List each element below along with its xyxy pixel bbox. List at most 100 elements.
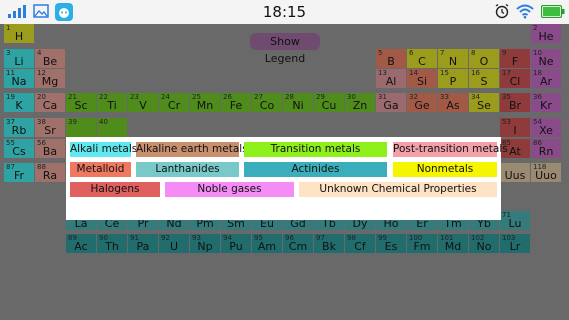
element-th[interactable]: 90 Th [97,234,127,253]
element-sr[interactable]: 38 Sr [35,118,65,137]
element-z39[interactable]: 39 [66,118,96,137]
element-symbol: P [449,75,457,88]
element-li[interactable]: 3 Li [4,49,34,68]
element-symbol: Ar [539,75,553,88]
element-i[interactable]: 53 I [500,118,530,137]
element-kr[interactable]: 36 Kr [531,93,561,112]
element-symbol: Sc [74,99,88,112]
element-as[interactable]: 33 As [438,93,468,112]
element-symbol: Ca [42,99,58,112]
legend-unknown-chemical-properties[interactable]: Unknown Chemical Properties [299,182,497,197]
element-ac[interactable]: 89 Ac [66,234,96,253]
element-zn[interactable]: 30 Zn [345,93,375,112]
legend-halogens[interactable]: Halogens [70,182,160,197]
element-ra[interactable]: 88 Ra [35,163,65,182]
element-fe[interactable]: 26 Fe [221,93,251,112]
element-b[interactable]: 5B [376,49,406,68]
element-symbol: Fr [13,169,25,182]
legend-panel: Alkali metals Alkaline earth metals Tran… [66,137,508,220]
element-cr[interactable]: 24 Cr [159,93,189,112]
element-symbol: Sr [44,124,56,137]
legend-transition-metals[interactable]: Transition metals [244,142,387,157]
legend-noble-gases[interactable]: Noble gases [165,182,294,197]
element-es[interactable]: 99 Es [376,234,406,253]
element-al[interactable]: 13 Al [376,69,406,88]
element-o[interactable]: 8O [469,49,499,68]
element-cm[interactable]: 96 Cm [283,234,313,253]
element-symbol: Rn [538,145,554,158]
element-ge[interactable]: 32 Ge [407,93,437,112]
element-symbol: Cf [354,240,366,253]
element-symbol: Ga [383,99,399,112]
element-cf[interactable]: 98 Cf [345,234,375,253]
legend-post-transition-metals[interactable]: Post-transition metals [393,142,508,157]
element-br[interactable]: 35 Br [500,93,530,112]
legend-actinides[interactable]: Actinides [244,162,387,177]
element-am[interactable]: 95 Am [252,234,282,253]
element-symbol: Pu [229,240,243,253]
element-p[interactable]: 15 P [438,69,468,88]
element-lu[interactable]: 71 Lu [500,211,530,230]
element-xe[interactable]: 54 Xe [531,118,561,137]
element-ni[interactable]: 28 Ni [283,93,313,112]
element-v[interactable]: 23 V [128,93,158,112]
element-fm[interactable]: 100 Fm [407,234,437,253]
element-be[interactable]: 4 Be [35,49,65,68]
element-k[interactable]: 19 K [4,93,34,112]
element-si[interactable]: 14 Si [407,69,437,88]
element-md[interactable]: 101 Md [438,234,468,253]
element-symbol: B [387,55,395,68]
element-symbol: Se [477,99,491,112]
element-ga[interactable]: 31 Ga [376,93,406,112]
element-pa[interactable]: 91 Pa [128,234,158,253]
element-np[interactable]: 93 Np [190,234,220,253]
element-bk[interactable]: 97 Bk [314,234,344,253]
element-symbol: N [448,55,458,68]
element-symbol: Mg [41,75,59,88]
element-co[interactable]: 27 Co [252,93,282,112]
legend-alkali-metals[interactable]: Alkali metals [70,142,137,157]
element-ne[interactable]: 10 Ne [531,49,561,68]
element-h[interactable]: 1H [4,24,34,43]
element-symbol: Ti [107,99,117,112]
element-cu[interactable]: 29 Cu [314,93,344,112]
element-symbol: Kr [540,99,552,112]
element-symbol: Uus [504,169,526,182]
element-ar[interactable]: 18 Ar [531,69,561,88]
element-u[interactable]: 92 U [159,234,189,253]
legend-nonmetals[interactable]: Nonmetals [393,162,497,177]
element-symbol: U [169,240,179,253]
element-ca[interactable]: 20 Ca [35,93,65,112]
element-f[interactable]: 9F [500,49,530,68]
element-ti[interactable]: 22 Ti [97,93,127,112]
show-legend-button[interactable]: Show Legend [250,33,320,65]
element-lr[interactable]: 103 Lr [500,234,530,253]
element-rb[interactable]: 37 Rb [4,118,34,137]
element-mn[interactable]: 25 Mn [190,93,220,112]
element-rn[interactable]: 86 Rn [531,139,561,158]
element-se[interactable]: 34 Se [469,93,499,112]
element-symbol: Pa [136,240,150,253]
element-he[interactable]: 2 He [531,24,561,43]
element-cl[interactable]: 17 Cl [500,69,530,88]
element-symbol: Zn [352,99,368,112]
element-s[interactable]: 16 S [469,69,499,88]
legend-metalloid[interactable]: Metalloid [70,162,131,177]
element-pu[interactable]: 94 Pu [221,234,251,253]
element-mg[interactable]: 12 Mg [35,69,65,88]
element-n[interactable]: 7N [438,49,468,68]
element-uuo[interactable]: 118 Uuo [531,163,561,182]
element-na[interactable]: 11 Na [4,69,34,88]
element-cs[interactable]: 55 Cs [4,139,34,158]
element-c[interactable]: 6C [407,49,437,68]
element-sc[interactable]: 21 Sc [66,93,96,112]
status-bar: 18:15 [0,0,569,24]
element-fr[interactable]: 87 Fr [4,163,34,182]
legend-alkaline-earth-metals[interactable]: Alkaline earth metals [136,142,248,157]
element-z40[interactable]: 40 [97,118,127,137]
element-ba[interactable]: 56 Ba [35,139,65,158]
element-uus[interactable]: Uus [500,163,530,182]
element-symbol: Cs [12,145,26,158]
legend-lanthanides[interactable]: Lanthanides [136,162,239,177]
element-no[interactable]: 102 No [469,234,499,253]
